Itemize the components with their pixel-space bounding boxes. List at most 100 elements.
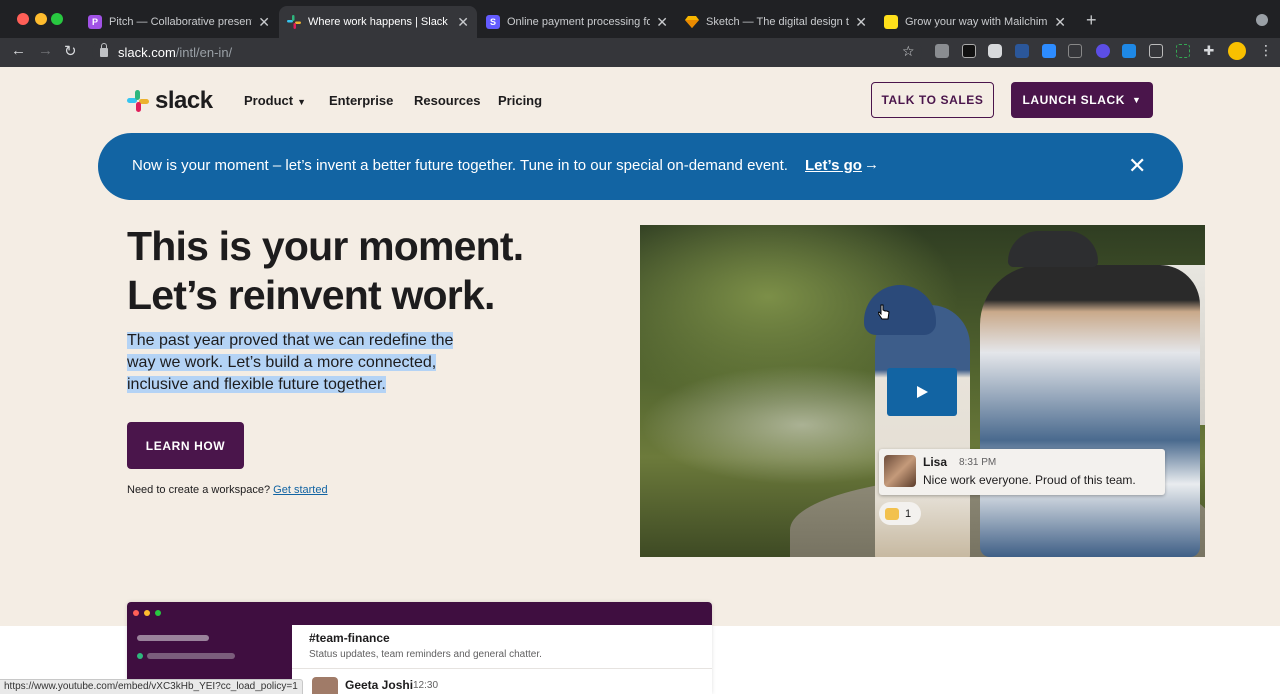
event-banner: Now is your moment – let’s invent a bett… xyxy=(98,133,1183,200)
extension-icon[interactable] xyxy=(1176,44,1190,58)
close-icon[interactable]: ✕ xyxy=(1128,153,1146,179)
divider xyxy=(292,668,712,669)
extension-icon[interactable] xyxy=(1096,44,1110,58)
browser-menu-icon[interactable]: ⋮ xyxy=(1259,42,1273,58)
slack-logo[interactable]: slack xyxy=(127,87,213,115)
address-bar[interactable]: slack.com/intl/en-in/ xyxy=(92,40,922,64)
window-dot xyxy=(155,610,161,616)
avatar xyxy=(884,455,916,487)
url-path: /intl/en-in/ xyxy=(175,44,233,60)
window-minimize-button[interactable] xyxy=(35,13,47,25)
camera-extension-icon[interactable] xyxy=(988,44,1002,58)
reaction-badge: 1 xyxy=(879,502,921,525)
sketch-logo-icon xyxy=(685,15,699,29)
download-extension-icon[interactable] xyxy=(1042,44,1056,58)
back-icon[interactable]: ← xyxy=(11,42,26,59)
profile-avatar[interactable] xyxy=(1228,42,1246,60)
online-dot xyxy=(137,653,143,659)
nav-resources[interactable]: Resources xyxy=(414,93,480,108)
reload-icon[interactable]: ↻ xyxy=(64,42,77,60)
learn-how-button[interactable]: LEARN HOW xyxy=(127,422,244,469)
hero-subtitle-line: way we work. Let’s build a more connecte… xyxy=(127,354,437,371)
tab-search-icon[interactable] xyxy=(1256,14,1268,26)
browser-tab-pitch[interactable]: P Pitch — Collaborative presentation sof… xyxy=(80,6,278,38)
tab-title: Pitch — Collaborative presentation softw… xyxy=(109,16,252,28)
save-extension-icon[interactable] xyxy=(1122,44,1136,58)
new-tab-icon[interactable]: + xyxy=(1086,10,1097,31)
close-tab-icon[interactable]: ✕ xyxy=(855,14,867,31)
stripe-logo-icon: S xyxy=(486,15,500,29)
launch-slack-button[interactable]: LAUNCH SLACK ▼ xyxy=(1011,82,1153,118)
chevron-down-icon: ▼ xyxy=(297,97,307,107)
extension-icon[interactable] xyxy=(962,44,976,58)
slack-logo-icon xyxy=(287,15,301,29)
tab-title: Sketch — The digital design toolkit xyxy=(706,16,849,28)
preview-titlebar xyxy=(127,602,712,625)
word-extension-icon[interactable] xyxy=(1015,44,1029,58)
close-tab-icon[interactable]: ✕ xyxy=(1054,14,1066,31)
tab-title: Online payment processing for internet b… xyxy=(507,16,651,28)
tab-title: Where work happens | Slack xyxy=(308,16,448,28)
slack-mark-icon xyxy=(127,90,149,112)
message-text: Nice work everyone. Proud of this team. xyxy=(923,473,1136,487)
cap xyxy=(1008,231,1098,267)
browser-tab-sketch[interactable]: Sketch — The digital design toolkit ✕ xyxy=(677,6,875,38)
banner-text: Now is your moment – let’s invent a bett… xyxy=(132,157,788,174)
browser-tab-mailchimp[interactable]: Grow your way with Mailchimp ✕ xyxy=(876,6,1074,38)
message-author: Geeta Joshi xyxy=(345,678,414,692)
close-tab-icon[interactable]: ✕ xyxy=(258,14,270,31)
hand-cursor-icon xyxy=(878,304,890,320)
extension-icon[interactable] xyxy=(1149,44,1163,58)
workspace-prompt: Need to create a workspace? Get started xyxy=(127,484,328,496)
hero-subtitle-line: inclusive and flexible future together. xyxy=(127,376,386,393)
close-tab-icon[interactable]: ✕ xyxy=(457,14,469,31)
play-button[interactable] xyxy=(887,368,957,416)
browser-tab-stripe[interactable]: S Online payment processing for internet… xyxy=(478,6,676,38)
window-zoom-button[interactable] xyxy=(51,13,63,25)
bookmark-star-icon[interactable]: ☆ xyxy=(902,43,915,60)
pitch-logo-icon: P xyxy=(88,15,102,29)
url-host: slack.com xyxy=(118,44,176,60)
browser-tab-bar: P Pitch — Collaborative presentation sof… xyxy=(0,0,1280,38)
forward-icon[interactable]: → xyxy=(38,42,53,59)
avatar xyxy=(312,677,338,694)
message-time: 12:30 xyxy=(413,680,439,691)
hero-title-line: This is your moment. xyxy=(127,223,524,269)
close-tab-icon[interactable]: ✕ xyxy=(656,14,668,31)
chevron-down-icon: ▼ xyxy=(1132,95,1142,105)
hero-title-line: Let’s reinvent work. xyxy=(127,272,495,318)
hero-title: This is your moment. Let’s reinvent work… xyxy=(127,222,597,320)
workspace-text: Need to create a workspace? xyxy=(127,484,271,496)
channel-name: #team-finance xyxy=(309,631,390,645)
nav-pricing[interactable]: Pricing xyxy=(498,93,542,108)
arrow-right-icon: → xyxy=(864,156,879,173)
hero-video[interactable]: Lisa 8:31 PM Nice work everyone. Proud o… xyxy=(640,225,1205,557)
message-time: 8:31 PM xyxy=(959,457,997,468)
message-card: Lisa 8:31 PM Nice work everyone. Proud o… xyxy=(879,449,1165,495)
hero-subtitle: The past year proved that we can redefin… xyxy=(127,330,487,396)
woman-figure xyxy=(980,265,1200,557)
reaction-count: 1 xyxy=(905,507,912,520)
tab-title: Grow your way with Mailchimp xyxy=(905,16,1049,28)
banner-link[interactable]: Let’s go xyxy=(805,157,862,174)
window-dot xyxy=(144,610,150,616)
lock-icon[interactable] xyxy=(100,42,108,57)
talk-to-sales-button[interactable]: TALK TO SALES xyxy=(871,82,994,118)
nav-enterprise[interactable]: Enterprise xyxy=(329,93,393,108)
hero-subtitle-line: The past year proved that we can redefin… xyxy=(127,332,454,349)
extension-icon[interactable] xyxy=(935,44,949,58)
launch-slack-label: LAUNCH SLACK xyxy=(1022,93,1125,107)
link-status-bar: https://www.youtube.com/embed/vXC3kHb_YE… xyxy=(0,679,303,694)
font-extension-icon[interactable] xyxy=(1068,44,1082,58)
get-started-link[interactable]: Get started xyxy=(273,484,327,496)
extensions-puzzle-icon[interactable]: ✚ xyxy=(1202,44,1216,58)
logo-wordmark: slack xyxy=(155,87,213,114)
browser-toolbar: ← → ↻ slack.com/intl/en-in/ ☆ xyxy=(0,38,1280,67)
nav-product[interactable]: Product ▼ xyxy=(244,93,306,108)
channel-description: Status updates, team reminders and gener… xyxy=(309,649,542,660)
sprinkler-mist xyxy=(640,365,910,485)
play-icon xyxy=(917,386,928,398)
raised-hands-icon xyxy=(885,507,899,520)
browser-tab-slack[interactable]: Where work happens | Slack ✕ xyxy=(279,6,477,38)
window-close-button[interactable] xyxy=(17,13,29,25)
